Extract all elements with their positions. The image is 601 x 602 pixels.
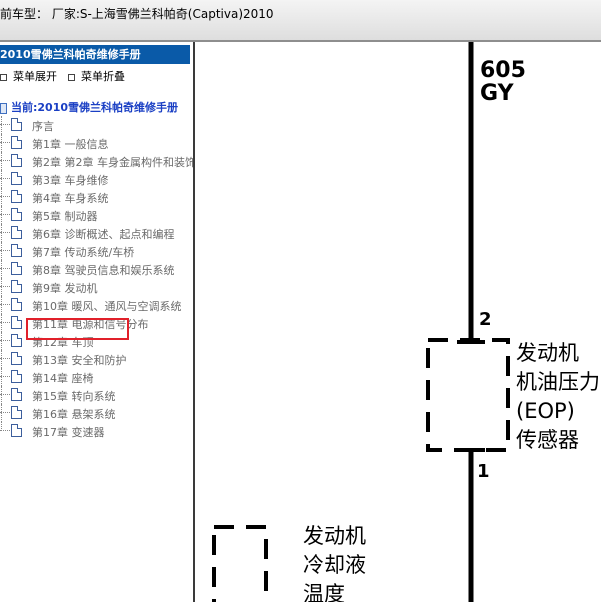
sensor2-box [212, 525, 268, 602]
tree-connector [1, 224, 2, 242]
tree-connector [1, 134, 2, 152]
document-icon [11, 352, 22, 365]
tree-item[interactable]: 第15章 转向系统 [0, 386, 193, 404]
tree-item-label: 第10章 暖风、通风与空调系统 [32, 300, 182, 313]
tree-item[interactable]: 第8章 驾驶员信息和娱乐系统 [0, 260, 193, 278]
sensor1-line-4: 传感器 [516, 428, 579, 452]
tree-item[interactable]: 第14章 座椅 [0, 368, 193, 386]
tree-item-label: 第17章 变速器 [32, 426, 105, 439]
tree-connector [1, 152, 2, 170]
wiring-diagram: 605 GY 2 1 发动机 机油压力 (EOP) 传感器 发动机 冷却液 温度 [195, 42, 601, 602]
tree-item[interactable]: 第3章 车身维修 [0, 170, 193, 188]
tree-item[interactable]: 第9章 发动机 [0, 278, 193, 296]
tree-item[interactable]: 第10章 暖风、通风与空调系统 [0, 296, 193, 314]
tree-item[interactable]: 第4章 车身系统 [0, 188, 193, 206]
sensor2-line-3: 温度 [303, 582, 345, 602]
tree-connector [1, 350, 2, 368]
manual-header: 2010雪佛兰科帕奇维修手册 [0, 45, 190, 64]
collapse-menu-button[interactable]: 菜单折叠 [68, 68, 125, 84]
sensor1-line-2: 机油压力 [516, 370, 600, 394]
tree-item-label: 第1章 一般信息 [32, 138, 109, 151]
tree-item-label: 第16章 悬架系统 [32, 408, 116, 421]
document-icon [11, 154, 22, 167]
expand-icon [0, 73, 7, 81]
tree-connector [1, 296, 2, 314]
sensor1-box [426, 338, 510, 452]
tree-item-label: 第8章 驾驶员信息和娱乐系统 [32, 264, 175, 277]
wire-number: 605 [480, 58, 526, 83]
tree-item[interactable]: 第16章 悬架系统 [0, 404, 193, 422]
tree-item-label: 第13章 安全和防护 [32, 354, 127, 367]
sensor1-line-3: (EOP) [516, 399, 575, 423]
tree-item-label: 第7章 传动系统/车桥 [32, 246, 135, 259]
document-icon [11, 424, 22, 437]
tree-connector [1, 332, 2, 350]
tree-connector [1, 116, 2, 134]
book-icon [0, 102, 7, 114]
tree-item-label: 第5章 制动器 [32, 210, 98, 223]
tree-connector [1, 386, 2, 404]
tree-item-label: 第4章 车身系统 [32, 192, 109, 205]
document-icon [11, 190, 22, 203]
tree-item-label: 第9章 发动机 [32, 282, 98, 295]
expand-label: 菜单展开 [13, 70, 57, 83]
collapse-label: 菜单折叠 [81, 70, 125, 83]
document-icon [11, 172, 22, 185]
left-nav-panel: 2010雪佛兰科帕奇维修手册 菜单展开 菜单折叠 当前:2010雪佛兰科帕奇维修… [0, 42, 193, 602]
selection-highlight [26, 318, 129, 340]
document-icon [11, 226, 22, 239]
vehicle-title: 前车型： 厂家:S-上海雪佛兰科帕奇(Captiva)2010 [0, 7, 274, 21]
sensor2-line-1: 发动机 [303, 524, 366, 548]
tree-item[interactable]: 第17章 变速器 [0, 422, 193, 440]
document-icon [11, 208, 22, 221]
tree-connector [1, 170, 2, 188]
document-icon [11, 370, 22, 383]
tree-connector [1, 242, 2, 260]
tree-item-label: 第3章 车身维修 [32, 174, 109, 187]
tree-item-label: 第14章 座椅 [32, 372, 94, 385]
collapse-icon [68, 73, 75, 81]
tree-item[interactable]: 第13章 安全和防护 [0, 350, 193, 368]
document-icon [11, 280, 22, 293]
document-icon [11, 244, 22, 257]
tree-item[interactable]: 序言 [0, 116, 193, 134]
sensor2-line-2: 冷却液 [303, 553, 366, 577]
tree-connector [1, 368, 2, 386]
pin-bottom-label: 1 [477, 461, 490, 482]
tree-connector [1, 260, 2, 278]
tree-item[interactable]: 第1章 一般信息 [0, 134, 193, 152]
document-icon [11, 388, 22, 401]
wire-color: GY [480, 81, 514, 106]
tree-root[interactable]: 当前:2010雪佛兰科帕奇维修手册 [0, 99, 178, 115]
tree-item-label: 第2章 第2章 车身金属构件和装饰 [32, 156, 193, 169]
tree-item[interactable]: 第5章 制动器 [0, 206, 193, 224]
sensor2-label: 发动机 冷却液 温度 [303, 522, 366, 602]
tree-connector [1, 206, 2, 224]
pin-top-label: 2 [479, 309, 492, 330]
tree-item[interactable]: 第7章 传动系统/车桥 [0, 242, 193, 260]
title-bar: 前车型： 厂家:S-上海雪佛兰科帕奇(Captiva)2010 [0, 0, 601, 42]
tree-root-label: 当前:2010雪佛兰科帕奇维修手册 [11, 101, 179, 114]
tree-connector [1, 278, 2, 296]
tree-item-label: 第6章 诊断概述、起点和编程 [32, 228, 175, 241]
document-icon [11, 334, 22, 347]
document-icon [11, 406, 22, 419]
tree-item[interactable]: 第6章 诊断概述、起点和编程 [0, 224, 193, 242]
document-icon [11, 298, 22, 311]
tree-item[interactable]: 第2章 第2章 车身金属构件和装饰 [0, 152, 193, 170]
document-icon [11, 118, 22, 131]
sensor1-label: 发动机 机油压力 (EOP) 传感器 [516, 339, 600, 455]
tree-connector [1, 314, 2, 332]
tree-connector [1, 404, 2, 422]
menu-tools: 菜单展开 菜单折叠 [0, 66, 190, 84]
document-icon [11, 136, 22, 149]
expand-menu-button[interactable]: 菜单展开 [0, 68, 57, 84]
tree-item-label: 序言 [32, 120, 54, 133]
tree-connector [1, 188, 2, 206]
sensor1-line-1: 发动机 [516, 341, 579, 365]
tree-item-label: 第15章 转向系统 [32, 390, 116, 403]
document-icon [11, 262, 22, 275]
document-icon [11, 316, 22, 329]
diagram-svg [212, 42, 510, 602]
